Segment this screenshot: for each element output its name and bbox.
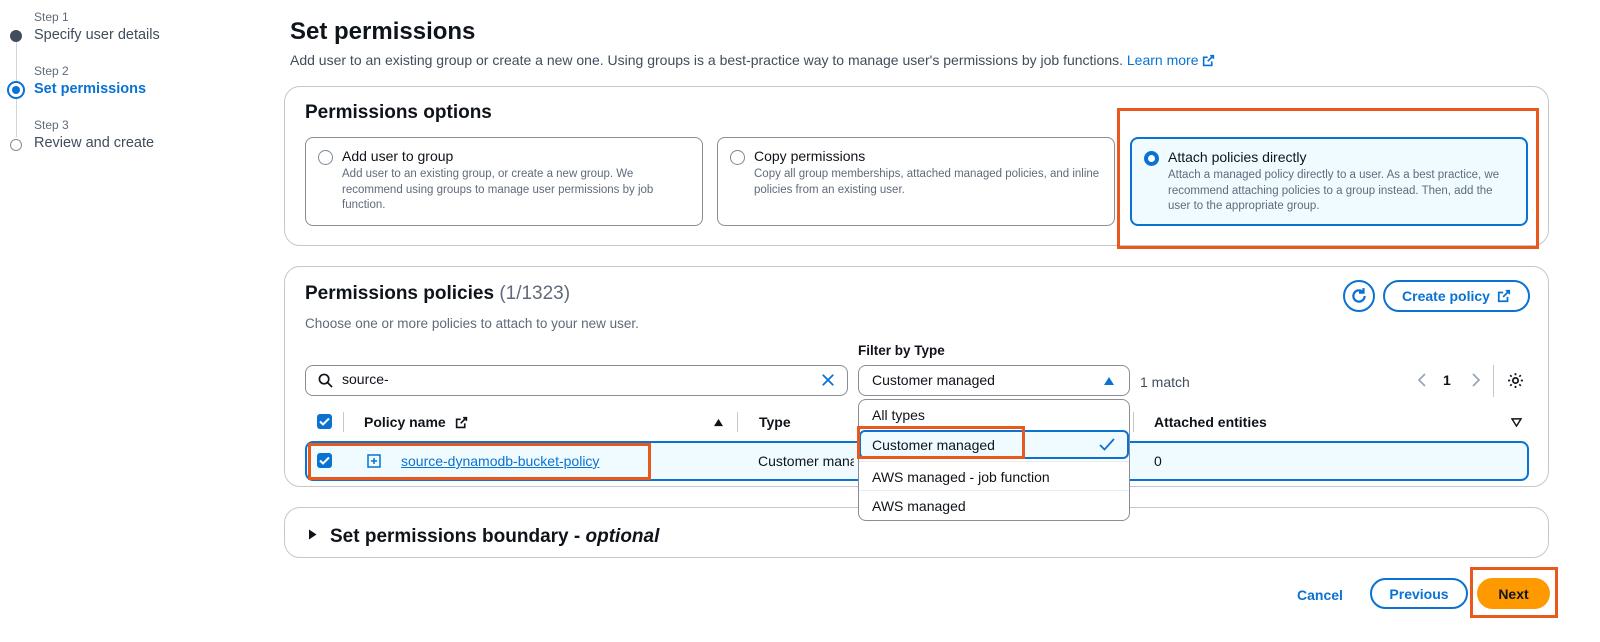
page-description: Add user to an existing group or create …	[290, 52, 1215, 68]
annotation-highlight	[1470, 567, 1558, 618]
boundary-optional-text: optional	[585, 526, 660, 547]
caret-right-icon[interactable]	[308, 529, 317, 540]
step-number: Step 3	[34, 118, 69, 132]
step-3: Step 3 Review and create	[34, 118, 154, 151]
cancel-button[interactable]: Cancel	[1297, 587, 1343, 603]
column-label: Policy name	[364, 414, 446, 430]
page-title: Set permissions	[290, 18, 476, 45]
create-policy-button[interactable]: Create policy	[1383, 280, 1530, 312]
filter-by-type-label: Filter by Type	[858, 343, 945, 358]
refresh-button[interactable]	[1343, 280, 1375, 312]
sort-desc-icon[interactable]	[1511, 418, 1522, 427]
option-description: Copy all group memberships, attached man…	[754, 168, 1100, 196]
permissions-boundary-title[interactable]: Set permissions boundary - optional	[330, 526, 659, 548]
annotation-highlight	[1117, 108, 1539, 249]
clear-icon[interactable]	[821, 373, 835, 387]
radio-button[interactable]	[318, 150, 333, 165]
permissions-options-heading: Permissions options	[305, 102, 492, 123]
step-connector	[15, 99, 17, 137]
learn-more-label: Learn more	[1126, 52, 1199, 68]
match-count: 1 match	[1140, 374, 1190, 390]
step-1[interactable]: Step 1 Specify user details	[34, 10, 160, 43]
chevron-right-icon[interactable]	[1471, 373, 1481, 387]
create-policy-label: Create policy	[1402, 288, 1490, 304]
step-title: Review and create	[34, 135, 155, 151]
option-title: Copy permissions	[754, 148, 866, 164]
previous-button[interactable]: Previous	[1370, 578, 1468, 609]
learn-more-link[interactable]: Learn more	[1127, 52, 1216, 68]
boundary-title-text: Set permissions boundary -	[330, 526, 586, 547]
page-number[interactable]: 1	[1443, 372, 1451, 388]
divider	[1493, 365, 1494, 397]
option-description: Add user to an existing group, or create…	[342, 168, 654, 211]
radio-button[interactable]	[730, 150, 745, 165]
settings-icon[interactable]	[1507, 372, 1524, 389]
step-number: Step 2	[34, 64, 69, 78]
column-type[interactable]: Type	[759, 414, 791, 430]
step-1-indicator	[10, 30, 22, 42]
check-icon	[319, 417, 330, 426]
refresh-icon	[1352, 288, 1366, 303]
chevron-left-icon[interactable]	[1417, 373, 1427, 387]
policies-heading-text: Permissions policies	[305, 283, 495, 304]
option-copy-permissions[interactable]: Copy permissions Copy all group membersh…	[717, 137, 1115, 226]
annotation-highlight	[308, 443, 651, 480]
option-add-user-to-group[interactable]: Add user to group Add user to an existin…	[305, 137, 703, 226]
ext-link-icon	[455, 416, 467, 429]
search-input[interactable]	[342, 371, 812, 387]
ext-link-icon	[1203, 54, 1215, 67]
wizard-steps: Step 1 Specify user details Step 2 Set p…	[0, 0, 260, 642]
step-title: Set permissions	[34, 81, 147, 97]
policies-description: Choose one or more policies to attach to…	[305, 316, 639, 331]
search-icon	[318, 373, 333, 388]
filter-option[interactable]: AWS managed	[859, 490, 1129, 519]
step-2-indicator	[7, 81, 25, 99]
page-description-text: Add user to an existing group or create …	[290, 52, 1123, 68]
divider	[1133, 412, 1134, 432]
filter-type-select[interactable]: Customer managed	[858, 365, 1130, 396]
filter-option[interactable]: All types	[859, 400, 1129, 429]
ext-link-icon	[1497, 289, 1511, 303]
caret-up-icon	[1104, 377, 1114, 385]
divider	[343, 412, 344, 432]
sort-asc-icon[interactable]	[713, 418, 724, 427]
step-title[interactable]: Specify user details	[34, 27, 160, 43]
option-title: Add user to group	[342, 148, 454, 164]
filter-type-dropdown: All types Customer managed AWS managed -…	[858, 399, 1130, 521]
step-2: Step 2 Set permissions	[34, 64, 146, 97]
step-3-indicator	[10, 139, 22, 151]
filter-selected-value: Customer managed	[872, 372, 995, 388]
policy-type-cell: Customer managed	[758, 453, 854, 469]
attached-entities-cell: 0	[1154, 453, 1162, 469]
policy-search	[305, 365, 848, 396]
divider	[737, 412, 738, 432]
column-policy-name[interactable]: Policy name	[364, 414, 468, 430]
annotation-highlight	[857, 426, 1025, 459]
policies-count: (1/1323)	[499, 283, 571, 304]
step-connector	[15, 42, 17, 82]
permissions-policies-heading: Permissions policies (1/1323)	[305, 283, 570, 305]
step-number: Step 1	[34, 10, 69, 24]
filter-option[interactable]: AWS managed - job function	[859, 461, 1129, 490]
check-icon	[1099, 438, 1115, 451]
select-all-checkbox[interactable]	[317, 414, 332, 429]
column-attached-entities[interactable]: Attached entities	[1154, 414, 1267, 430]
